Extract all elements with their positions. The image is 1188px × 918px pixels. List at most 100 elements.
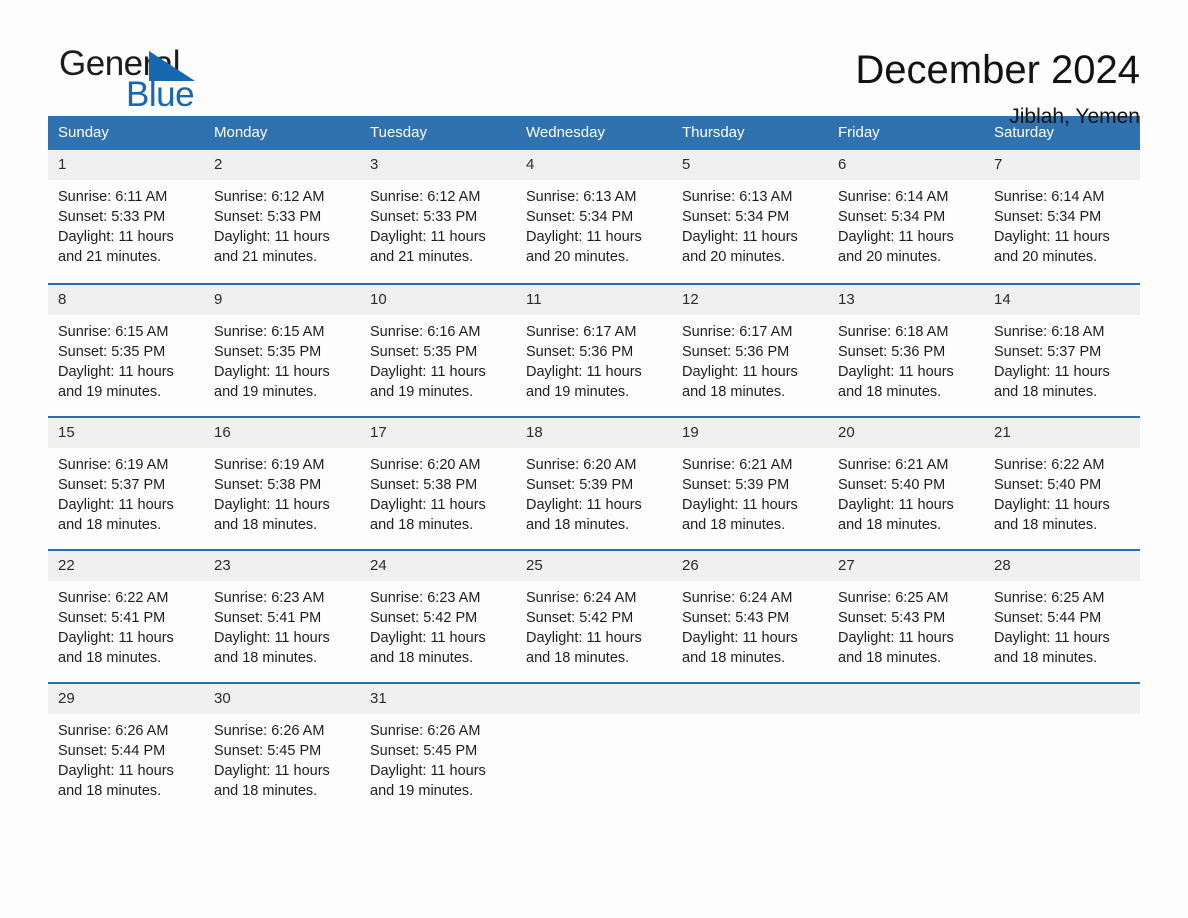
calendar-day-cell[interactable]: 8 Sunrise: 6:15 AM Sunset: 5:35 PM Daylight… <box>48 283 204 416</box>
page-title: December 2024 <box>855 48 1140 92</box>
calendar-day-cell[interactable]: 5 Sunrise: 6:13 AM Sunset: 5:34 PM Daylight… <box>672 150 828 283</box>
day-number: 28 <box>984 551 1140 581</box>
day-details <box>828 714 984 721</box>
sunrise-time: Sunrise: 6:12 AM <box>214 189 325 205</box>
day-details: Sunrise: 6:20 AM Sunset: 5:39 PM Daylight:… <box>516 448 672 535</box>
sunset-time: Sunset: 5:33 PM <box>370 209 478 225</box>
calendar-week-row: 1 Sunrise: 6:11 AM Sunset: 5:33 PM Daylight… <box>48 150 1140 283</box>
sunset-time: Sunset: 5:42 PM <box>526 610 634 626</box>
day-cell-inner: 10 Sunrise: 6:16 AM Sunset: 5:35 PM Dayligh… <box>360 283 516 416</box>
day-details: Sunrise: 6:15 AM Sunset: 5:35 PM Daylight:… <box>204 315 360 402</box>
sunrise-time: Sunrise: 6:25 AM <box>994 590 1105 606</box>
calendar-day-cell[interactable]: 17 Sunrise: 6:20 AM Sunset: 5:38 PM Dayligh… <box>360 416 516 549</box>
sunset-time: Sunset: 5:41 PM <box>214 610 322 626</box>
day-number: 2 <box>204 150 360 180</box>
calendar-day-cell[interactable]: 29 Sunrise: 6:26 AM Sunset: 5:44 PM Dayligh… <box>48 682 204 815</box>
calendar-day-cell[interactable]: 14 Sunrise: 6:18 AM Sunset: 5:37 PM Dayligh… <box>984 283 1140 416</box>
sunrise-time: Sunrise: 6:26 AM <box>214 723 325 739</box>
day-number: 6 <box>828 150 984 180</box>
day-details: Sunrise: 6:22 AM Sunset: 5:41 PM Daylight:… <box>48 581 204 668</box>
calendar-day-cell[interactable]: 12 Sunrise: 6:17 AM Sunset: 5:36 PM Dayligh… <box>672 283 828 416</box>
calendar-day-cell[interactable]: 21 Sunrise: 6:22 AM Sunset: 5:40 PM Dayligh… <box>984 416 1140 549</box>
day-cell-inner: 6 Sunrise: 6:14 AM Sunset: 5:34 PM Daylight… <box>828 150 984 283</box>
calendar-day-cell[interactable]: 31 Sunrise: 6:26 AM Sunset: 5:45 PM Dayligh… <box>360 682 516 815</box>
calendar-day-cell[interactable]: 4 Sunrise: 6:13 AM Sunset: 5:34 PM Daylight… <box>516 150 672 283</box>
day-number: 4 <box>516 150 672 180</box>
calendar-day-cell[interactable]: 27 Sunrise: 6:25 AM Sunset: 5:43 PM Dayligh… <box>828 549 984 682</box>
daylight-duration-line-2: and 18 minutes. <box>214 517 318 533</box>
day-number: 18 <box>516 418 672 448</box>
day-details: Sunrise: 6:21 AM Sunset: 5:39 PM Daylight:… <box>672 448 828 535</box>
calendar-day-cell[interactable]: 3 Sunrise: 6:12 AM Sunset: 5:33 PM Daylight… <box>360 150 516 283</box>
day-number: 11 <box>516 285 672 315</box>
sunset-time: Sunset: 5:44 PM <box>58 743 166 759</box>
sunset-time: Sunset: 5:44 PM <box>994 610 1102 626</box>
sunset-time: Sunset: 5:35 PM <box>370 344 478 360</box>
day-details: Sunrise: 6:18 AM Sunset: 5:36 PM Daylight:… <box>828 315 984 402</box>
daylight-duration-line-2: and 21 minutes. <box>370 249 474 265</box>
day-number <box>516 684 672 714</box>
calendar-day-cell[interactable]: 13 Sunrise: 6:18 AM Sunset: 5:36 PM Dayligh… <box>828 283 984 416</box>
calendar-day-cell[interactable]: 11 Sunrise: 6:17 AM Sunset: 5:36 PM Dayligh… <box>516 283 672 416</box>
calendar-day-cell[interactable]: 9 Sunrise: 6:15 AM Sunset: 5:35 PM Daylight… <box>204 283 360 416</box>
day-cell-inner: 11 Sunrise: 6:17 AM Sunset: 5:36 PM Dayligh… <box>516 283 672 416</box>
daylight-duration-line-2: and 18 minutes. <box>370 517 474 533</box>
calendar-day-cell[interactable]: 1 Sunrise: 6:11 AM Sunset: 5:33 PM Daylight… <box>48 150 204 283</box>
calendar-day-cell[interactable]: 28 Sunrise: 6:25 AM Sunset: 5:44 PM Dayligh… <box>984 549 1140 682</box>
calendar-day-cell[interactable]: 30 Sunrise: 6:26 AM Sunset: 5:45 PM Dayligh… <box>204 682 360 815</box>
daylight-duration-line-2: and 18 minutes. <box>682 384 786 400</box>
daylight-duration-line-1: Daylight: 11 hours <box>994 630 1110 646</box>
day-details: Sunrise: 6:12 AM Sunset: 5:33 PM Daylight:… <box>204 180 360 267</box>
daylight-duration-line-2: and 20 minutes. <box>526 249 630 265</box>
day-cell-inner: 27 Sunrise: 6:25 AM Sunset: 5:43 PM Dayligh… <box>828 549 984 682</box>
daylight-duration-line-1: Daylight: 11 hours <box>370 497 486 513</box>
sunset-time: Sunset: 5:33 PM <box>214 209 322 225</box>
calendar-day-cell[interactable]: 23 Sunrise: 6:23 AM Sunset: 5:41 PM Dayligh… <box>204 549 360 682</box>
daylight-duration-line-1: Daylight: 11 hours <box>370 763 486 779</box>
day-details: Sunrise: 6:26 AM Sunset: 5:44 PM Daylight:… <box>48 714 204 801</box>
sunset-time: Sunset: 5:40 PM <box>838 477 946 493</box>
sunset-time: Sunset: 5:45 PM <box>370 743 478 759</box>
weekday-header-tuesday: Tuesday <box>360 116 516 150</box>
calendar-day-cell[interactable]: 16 Sunrise: 6:19 AM Sunset: 5:38 PM Dayligh… <box>204 416 360 549</box>
daylight-duration-line-1: Daylight: 11 hours <box>58 229 174 245</box>
calendar-day-cell <box>516 682 672 815</box>
sunset-time: Sunset: 5:39 PM <box>682 477 790 493</box>
sunrise-time: Sunrise: 6:23 AM <box>214 590 325 606</box>
calendar-day-cell[interactable]: 7 Sunrise: 6:14 AM Sunset: 5:34 PM Daylight… <box>984 150 1140 283</box>
calendar-day-cell[interactable]: 22 Sunrise: 6:22 AM Sunset: 5:41 PM Dayligh… <box>48 549 204 682</box>
daylight-duration-line-2: and 18 minutes. <box>838 384 942 400</box>
day-details <box>516 714 672 721</box>
calendar-day-cell[interactable]: 24 Sunrise: 6:23 AM Sunset: 5:42 PM Dayligh… <box>360 549 516 682</box>
day-number: 23 <box>204 551 360 581</box>
sunrise-time: Sunrise: 6:26 AM <box>58 723 169 739</box>
calendar-page: General Blue December 2024 Jiblah, Yemen… <box>0 0 1188 918</box>
daylight-duration-line-2: and 18 minutes. <box>58 517 162 533</box>
calendar-day-cell[interactable]: 20 Sunrise: 6:21 AM Sunset: 5:40 PM Dayligh… <box>828 416 984 549</box>
sunrise-time: Sunrise: 6:15 AM <box>58 324 169 340</box>
calendar-day-cell[interactable]: 2 Sunrise: 6:12 AM Sunset: 5:33 PM Daylight… <box>204 150 360 283</box>
calendar-day-cell[interactable]: 25 Sunrise: 6:24 AM Sunset: 5:42 PM Dayligh… <box>516 549 672 682</box>
sunset-time: Sunset: 5:39 PM <box>526 477 634 493</box>
day-number: 22 <box>48 551 204 581</box>
calendar-day-cell[interactable]: 6 Sunrise: 6:14 AM Sunset: 5:34 PM Daylight… <box>828 150 984 283</box>
calendar-day-cell[interactable]: 19 Sunrise: 6:21 AM Sunset: 5:39 PM Dayligh… <box>672 416 828 549</box>
day-details: Sunrise: 6:19 AM Sunset: 5:37 PM Daylight:… <box>48 448 204 535</box>
day-details: Sunrise: 6:23 AM Sunset: 5:41 PM Daylight:… <box>204 581 360 668</box>
sunset-time: Sunset: 5:42 PM <box>370 610 478 626</box>
day-cell-inner: 28 Sunrise: 6:25 AM Sunset: 5:44 PM Dayligh… <box>984 549 1140 682</box>
daylight-duration-line-2: and 18 minutes. <box>838 517 942 533</box>
daylight-duration-line-2: and 18 minutes. <box>58 783 162 799</box>
sunrise-time: Sunrise: 6:18 AM <box>838 324 949 340</box>
daylight-duration-line-1: Daylight: 11 hours <box>58 630 174 646</box>
day-details: Sunrise: 6:15 AM Sunset: 5:35 PM Daylight:… <box>48 315 204 402</box>
calendar-day-cell[interactable]: 10 Sunrise: 6:16 AM Sunset: 5:35 PM Dayligh… <box>360 283 516 416</box>
calendar-day-cell[interactable]: 18 Sunrise: 6:20 AM Sunset: 5:39 PM Dayligh… <box>516 416 672 549</box>
day-details <box>984 714 1140 721</box>
day-details: Sunrise: 6:14 AM Sunset: 5:34 PM Daylight:… <box>828 180 984 267</box>
calendar-day-cell[interactable]: 15 Sunrise: 6:19 AM Sunset: 5:37 PM Dayligh… <box>48 416 204 549</box>
daylight-duration-line-1: Daylight: 11 hours <box>370 630 486 646</box>
calendar-day-cell[interactable]: 26 Sunrise: 6:24 AM Sunset: 5:43 PM Dayligh… <box>672 549 828 682</box>
sunset-time: Sunset: 5:34 PM <box>838 209 946 225</box>
day-cell-inner: 5 Sunrise: 6:13 AM Sunset: 5:34 PM Daylight… <box>672 150 828 283</box>
